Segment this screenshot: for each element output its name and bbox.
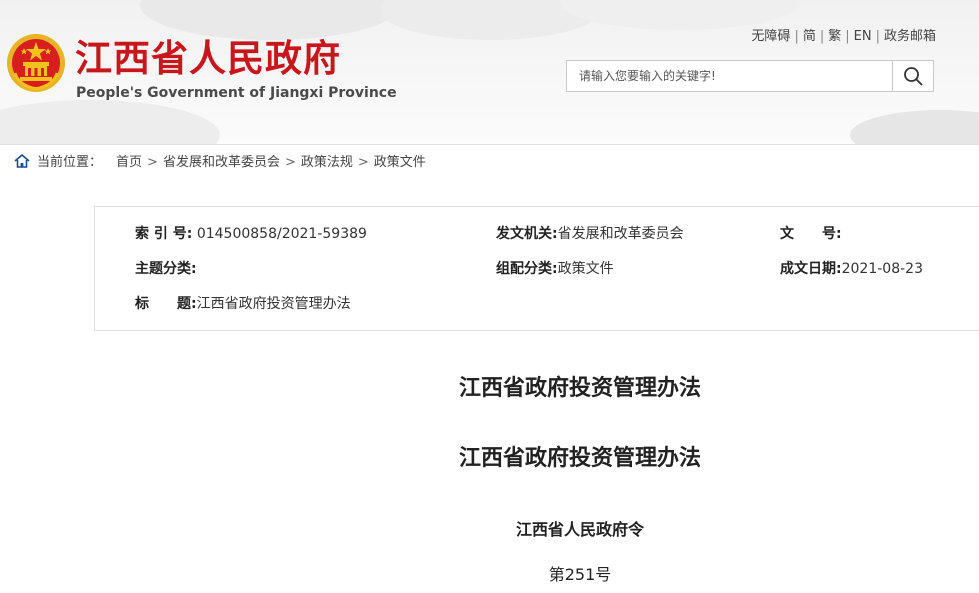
meta-title-label: 标 题: — [135, 296, 197, 312]
site-header: 江西省人民政府 People's Government of Jiangxi P… — [0, 0, 979, 145]
meta-docno: 文 号: — [780, 225, 842, 243]
site-title-english: People's Government of Jiangxi Province — [76, 85, 397, 101]
divider: | — [819, 29, 825, 44]
document-number: 第251号 — [548, 565, 612, 584]
traditional-chinese-link[interactable]: 繁 — [828, 29, 841, 44]
meta-issuer: 发文机关:省发展和改革委员会 — [496, 225, 684, 243]
breadcrumb-policy-documents[interactable]: 政策文件 — [374, 155, 426, 170]
document-metadata-box: 索 引 号: 014500858/2021-59389 发文机关:省发展和改革委… — [94, 206, 979, 331]
top-links: 无障碍 | 简 | 繁 | EN | 政务邮箱 — [751, 29, 936, 45]
search-button[interactable] — [892, 61, 933, 91]
header-cloud-decoration — [560, 0, 800, 30]
home-icon — [14, 153, 30, 168]
breadcrumb: 当前位置： 首页 > 省发展和改革委员会 > 政策法规 > 政策文件 — [14, 153, 426, 172]
divider: | — [845, 29, 850, 44]
document-decree: 江西省人民政府令 — [515, 520, 644, 539]
meta-date-label: 成文日期: — [780, 261, 842, 277]
simplified-chinese-link[interactable]: 简 — [803, 29, 816, 44]
meta-date-value: 2021-08-23 — [841, 261, 923, 277]
header-cloud-decoration — [140, 0, 400, 40]
search-icon — [904, 67, 923, 86]
meta-docno-label: 文 号: — [780, 226, 842, 242]
document-title-repeat: 江西省政府投资管理办法 — [458, 446, 701, 471]
breadcrumb-ndrc[interactable]: 省发展和改革委员会 — [163, 155, 280, 170]
meta-issuer-label: 发文机关: — [496, 226, 558, 242]
gov-mailbox-link[interactable]: 政务邮箱 — [884, 29, 936, 44]
breadcrumb-separator: > — [147, 155, 158, 170]
breadcrumb-separator: > — [357, 155, 369, 170]
search-input[interactable] — [567, 61, 893, 91]
header-cloud-decoration — [850, 110, 979, 145]
meta-category: 组配分类:政策文件 — [496, 260, 614, 278]
meta-category-label: 组配分类: — [496, 261, 558, 277]
meta-topic-label: 主题分类: — [135, 261, 197, 277]
meta-title-value: 江西省政府投资管理办法 — [196, 296, 351, 312]
divider: | — [875, 29, 880, 44]
meta-index: 索 引 号: 014500858/2021-59389 — [135, 225, 367, 243]
header-divider — [0, 144, 979, 145]
meta-index-value: 014500858/2021-59389 — [196, 226, 367, 242]
meta-issuer-value: 省发展和改革委员会 — [557, 226, 684, 242]
meta-topic: 主题分类: — [135, 260, 197, 278]
document-title: 江西省政府投资管理办法 — [458, 376, 701, 401]
breadcrumb-label: 当前位置： — [37, 155, 103, 170]
breadcrumb-policy-regulations[interactable]: 政策法规 — [301, 155, 353, 170]
search-box — [566, 60, 934, 92]
breadcrumb-separator: > — [284, 155, 296, 170]
header-cloud-decoration — [0, 100, 220, 145]
national-emblem-icon — [7, 34, 65, 92]
divider: | — [794, 29, 799, 44]
accessibility-link[interactable]: 无障碍 — [751, 29, 790, 44]
english-link[interactable]: EN — [854, 29, 872, 44]
meta-category-value: 政策文件 — [557, 261, 614, 277]
breadcrumb-home[interactable]: 首页 — [116, 155, 142, 170]
meta-title: 标 题:江西省政府投资管理办法 — [135, 295, 351, 313]
meta-date: 成文日期:2021-08-23 — [780, 260, 923, 278]
meta-index-label: 索 引 号: — [135, 226, 193, 242]
site-title[interactable]: 江西省人民政府 — [75, 37, 341, 81]
